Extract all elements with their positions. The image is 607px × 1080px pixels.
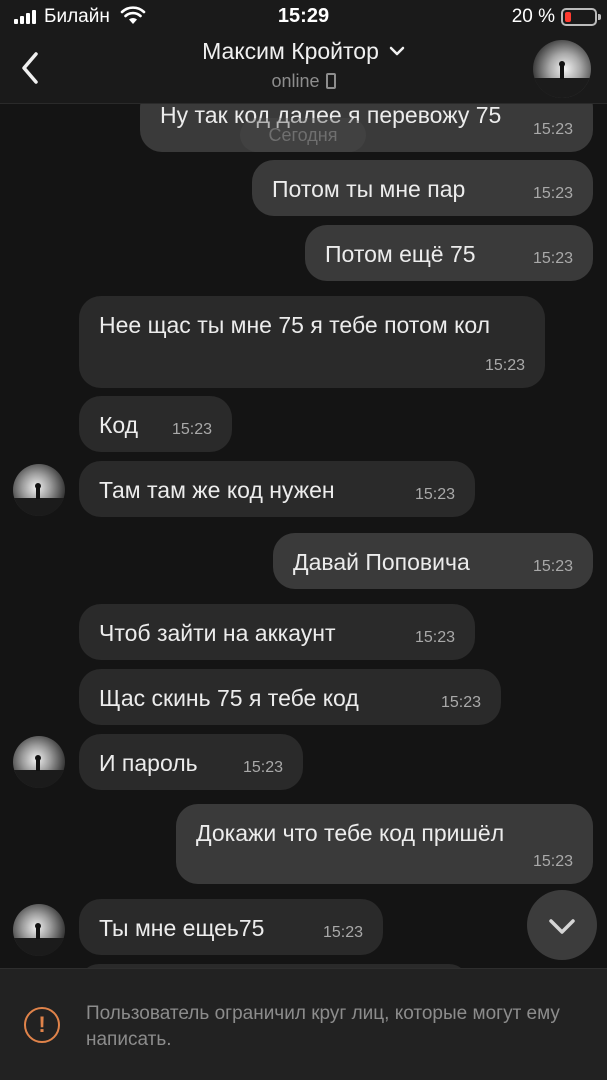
status-text: online <box>271 71 320 91</box>
message-bubble[interactable]: Щас скинь 75 я тебе код 15:23 <box>79 669 501 725</box>
message-time: 15:23 <box>171 421 212 438</box>
message-bubble[interactable]: Код 15:23 <box>79 396 232 452</box>
message-list[interactable]: Ну так код далее я перевожу 75 15:23 Сег… <box>0 104 607 968</box>
message-time: 15:23 <box>532 250 573 267</box>
avatar[interactable] <box>13 904 65 956</box>
message-text: Код <box>99 412 139 438</box>
message-time: 15:23 <box>532 121 573 138</box>
message-text: Нее щас ты мне 75 я тебе потом кол <box>99 312 491 338</box>
avatar[interactable] <box>533 40 591 98</box>
scroll-down-button[interactable] <box>527 890 597 960</box>
message-text: Щас скинь 75 я тебе код <box>99 685 359 711</box>
chat-title[interactable]: Максим Кройтор online <box>120 38 487 92</box>
message-time: 15:23 <box>414 486 455 503</box>
message-time: 15:23 <box>242 759 283 776</box>
status-bar: Билайн 15:29 20 % <box>0 0 607 34</box>
message-text: Ты мне ещеь75 <box>99 915 265 941</box>
battery-percent: 20 % <box>511 6 555 27</box>
message-time: 15:23 <box>532 185 573 202</box>
phone-icon <box>325 73 336 89</box>
message-bubble[interactable]: Потом ещё 75 15:23 <box>305 225 593 281</box>
message-bubble[interactable]: Нее щас ты мне 75 я тебе потом кол 15:23 <box>79 296 545 388</box>
avatar[interactable] <box>13 464 65 516</box>
message-text: И пароль <box>99 750 198 776</box>
message-time: 15:23 <box>414 629 455 646</box>
chevron-down-icon <box>549 919 575 934</box>
message-bubble[interactable]: Там там же код нужен 15:23 <box>79 461 475 517</box>
message-text: Давай Поповича <box>293 549 470 575</box>
message-bubble[interactable]: Потом ты мне пар 15:23 <box>252 160 593 216</box>
message-bubble[interactable]: Докажи что тебе код пришёл 15:23 <box>176 804 593 884</box>
message-text: Чтоб зайти на аккаунт <box>99 620 336 646</box>
date-divider: Сегодня <box>240 118 366 152</box>
back-button[interactable] <box>14 48 50 88</box>
chat-header: Максим Кройтор online <box>0 34 607 104</box>
message-time: 15:23 <box>532 558 573 575</box>
message-text: Там там же код нужен <box>99 477 335 503</box>
message-bubble[interactable]: Ты мне ещеь75 15:23 <box>79 899 383 955</box>
avatar[interactable] <box>13 736 65 788</box>
message-text: Потом ещё 75 <box>325 241 476 267</box>
contact-status: online <box>120 71 487 92</box>
message-text: Докажи что тебе код пришёл <box>196 820 505 846</box>
message-time: 15:23 <box>532 853 573 870</box>
message-time: 15:23 <box>440 694 481 711</box>
message-bubble[interactable]: Давай Поповича 15:23 <box>273 533 593 589</box>
restriction-text: Пользователь ограничил круг лиц, которые… <box>86 1003 560 1050</box>
contact-name[interactable]: Максим Кройтор <box>202 38 379 65</box>
message-bubble[interactable]: Ну так код далее я перевожу 75 15:23 <box>140 104 593 152</box>
message-bubble[interactable]: И пароль 15:23 <box>79 734 303 790</box>
message-bubble[interactable]: Чтоб зайти на аккаунт 15:23 <box>79 604 475 660</box>
message-time: 15:23 <box>484 357 525 374</box>
message-time: 15:23 <box>322 924 363 941</box>
chevron-left-icon <box>22 52 38 84</box>
chevron-down-icon[interactable] <box>389 46 405 56</box>
message-text: Потом ты мне пар <box>272 176 466 202</box>
restriction-notice: ! Пользователь ограничил круг лиц, котор… <box>0 968 607 1080</box>
battery-icon <box>561 8 601 26</box>
exclamation-circle-icon: ! <box>24 1007 60 1043</box>
